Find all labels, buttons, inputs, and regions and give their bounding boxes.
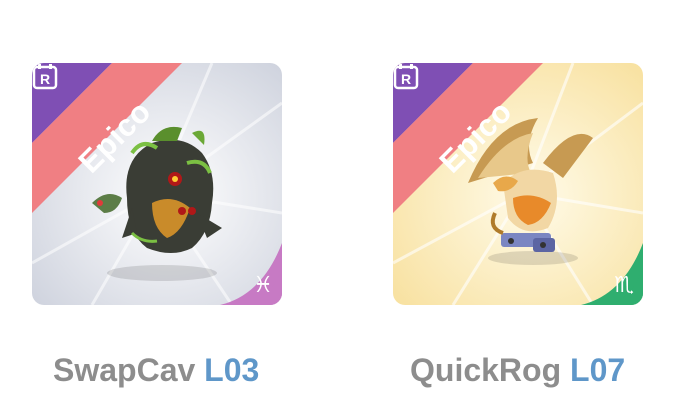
- dragon-label: QuickRog L07: [410, 352, 625, 389]
- scorpio-icon: ♏: [614, 273, 634, 298]
- dragon-name: SwapCav: [53, 352, 196, 388]
- rune-badge-icon: R: [32, 64, 58, 90]
- dragon-level: L03: [204, 352, 260, 388]
- dragon-label: SwapCav L03: [53, 352, 259, 389]
- dragon-card-swapcav[interactable]: Epico R ♓: [32, 63, 282, 305]
- dragon-name: QuickRog: [410, 352, 562, 388]
- rune-badge-icon: R: [393, 64, 419, 90]
- pisces-icon: ♓: [253, 273, 273, 298]
- dragon-tile[interactable]: Epico R ♏: [393, 63, 643, 305]
- dragon-card-quickrog[interactable]: Epico R ♏: [393, 63, 643, 305]
- badge-letter: R: [40, 71, 50, 87]
- dragon-level: L07: [570, 352, 626, 388]
- badge-letter: R: [401, 71, 411, 87]
- dragon-tile[interactable]: Epico R ♓: [32, 63, 282, 305]
